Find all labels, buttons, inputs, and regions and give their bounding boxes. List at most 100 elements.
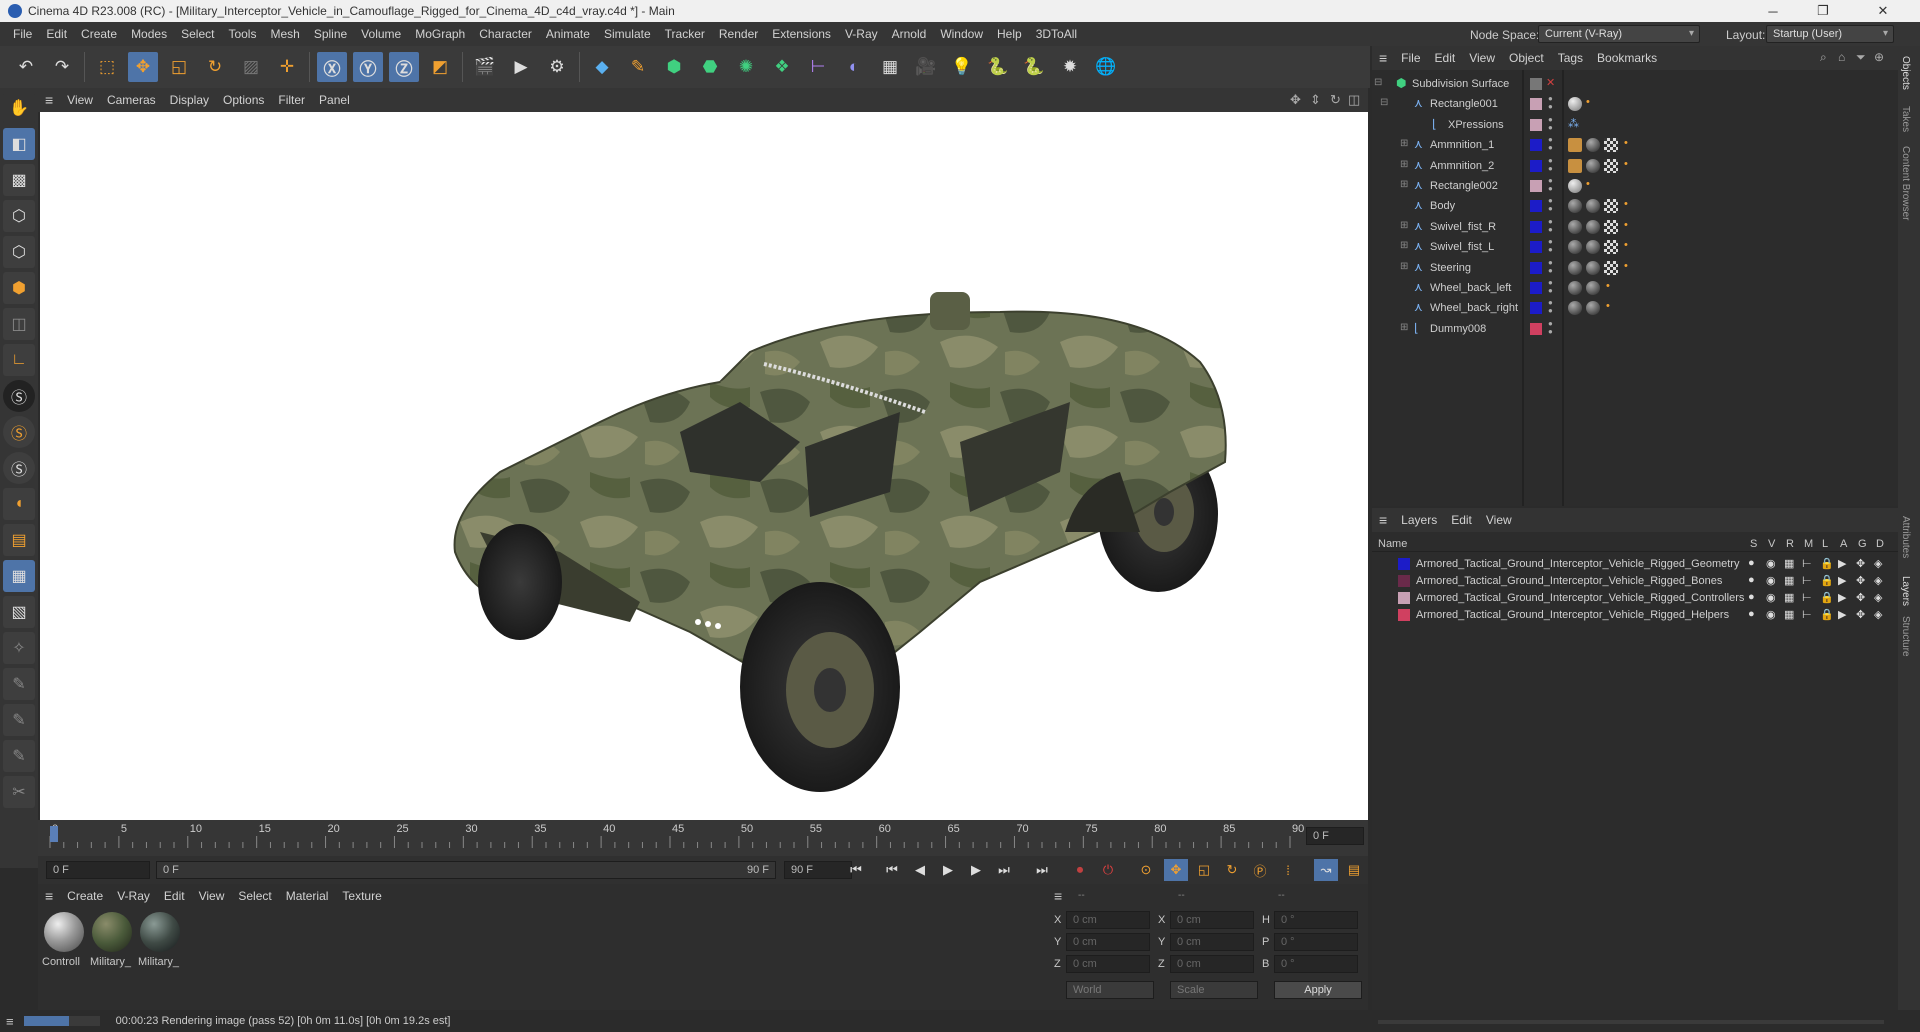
material-tag-icon[interactable] — [1568, 301, 1582, 316]
vray-tag-icon[interactable]: • — [1624, 260, 1628, 272]
hamburger-icon[interactable]: ≡ — [38, 888, 60, 904]
vray-tag-icon[interactable]: • — [1606, 300, 1610, 312]
layer-header-l[interactable]: L — [1822, 538, 1828, 550]
solo-icon[interactable]: ● — [1748, 608, 1755, 620]
visibility-dots-icon[interactable]: ● ● — [1548, 217, 1553, 234]
x-axis-icon[interactable]: Ⓧ — [317, 52, 347, 82]
rotate-icon[interactable]: ↻ — [200, 52, 230, 82]
material-tag-icon[interactable] — [1568, 281, 1582, 295]
generator-icon[interactable]: ✥ — [1856, 574, 1865, 587]
playhead-marker[interactable] — [50, 826, 58, 842]
visibility-dots-icon[interactable]: ● ● — [1548, 238, 1553, 254]
rotation-h-field[interactable]: 0 ° — [1274, 911, 1358, 929]
texture-tag-icon[interactable] — [1604, 158, 1618, 173]
brush-icon[interactable]: ✎ — [3, 704, 35, 736]
menu-3dtoall[interactable]: 3DToAll — [1029, 27, 1084, 41]
deformer-icon[interactable]: ◈ — [1874, 591, 1882, 604]
visible-icon[interactable]: ◉ — [1766, 591, 1776, 604]
material-tag-icon[interactable] — [1568, 219, 1582, 234]
viewport-rotate-icon[interactable]: ↻ — [1330, 92, 1341, 108]
material-tag-icon[interactable] — [1568, 260, 1582, 275]
live-selection-icon[interactable]: ⬚ — [92, 52, 122, 82]
texture-tag-icon[interactable] — [1604, 219, 1618, 234]
material-tag-icon[interactable] — [1586, 260, 1600, 275]
end-frame-field[interactable]: 90 F — [784, 861, 852, 879]
menu-extensions[interactable]: Extensions — [765, 27, 838, 41]
menu-create[interactable]: Create — [74, 27, 124, 41]
texture-tag-icon[interactable] — [1604, 138, 1618, 153]
position-x-field[interactable]: 0 cm — [1066, 911, 1150, 929]
z-axis-icon[interactable]: Ⓩ — [389, 52, 419, 82]
expand-icon[interactable]: ⊞ — [1400, 220, 1408, 231]
material-menu-vray[interactable]: V-Ray — [110, 889, 157, 903]
lock-icon[interactable]: 🔒 — [1820, 574, 1834, 587]
material-menu-select[interactable]: Select — [231, 889, 278, 903]
uv-mode-icon[interactable]: ◫ — [3, 308, 35, 340]
viewport-menu-view[interactable]: View — [60, 93, 100, 107]
size-mode-select[interactable]: Scale — [1170, 981, 1258, 999]
move-icon[interactable]: ✥ — [128, 52, 158, 82]
visibility-dots-icon[interactable]: ● ● — [1548, 279, 1553, 295]
keyframe-selection-icon[interactable]: ⊙ — [1134, 859, 1158, 881]
tab-layers[interactable]: Layers — [1900, 576, 1911, 606]
layer-color-chip[interactable] — [1530, 302, 1542, 315]
menu-help[interactable]: Help — [990, 27, 1029, 41]
menu-file[interactable]: File — [6, 27, 39, 41]
layer-row[interactable]: Armored_Tactical_Ground_Interceptor_Vehi… — [1372, 590, 1898, 607]
layer-color-chip[interactable] — [1530, 118, 1542, 131]
layer-color-chip[interactable] — [1530, 200, 1542, 213]
visibility-dots-icon[interactable]: ● ● — [1548, 115, 1553, 132]
render-region-icon[interactable]: 🎬 — [470, 52, 500, 82]
home-icon[interactable]: ⌂ — [1838, 50, 1845, 64]
disabled-x-icon[interactable]: ✕ — [1546, 76, 1555, 89]
object-row[interactable]: ⊞ ⋏ Swivel_fist_R ● ● • — [1372, 217, 1898, 237]
menu-mograph[interactable]: MoGraph — [408, 27, 472, 41]
extrude-icon[interactable]: ⬣ — [695, 52, 725, 82]
deformer-icon[interactable]: ◈ — [1874, 557, 1882, 570]
layer-header-v[interactable]: V — [1768, 538, 1775, 550]
animation-icon[interactable]: ▶ — [1838, 608, 1846, 621]
solo-icon[interactable]: ● — [1748, 574, 1755, 586]
object-menu-object[interactable]: Object — [1502, 51, 1551, 65]
coordinate-system-icon[interactable]: ◩ — [425, 52, 455, 82]
menu-animate[interactable]: Animate — [539, 27, 597, 41]
sculpt-icon[interactable]: ✧ — [3, 632, 35, 664]
lock-icon[interactable]: 🔒 — [1820, 608, 1834, 621]
vray-globe-icon[interactable]: 🌐 — [1091, 52, 1121, 82]
visible-icon[interactable]: ◉ — [1766, 574, 1776, 587]
size-y-field[interactable]: 0 cm — [1170, 933, 1254, 951]
cloner-icon[interactable]: ✺ — [731, 52, 761, 82]
viewport-menu-filter[interactable]: Filter — [271, 93, 312, 107]
material-slot[interactable]: Controll — [42, 912, 86, 972]
key-pla-icon[interactable]: ⁞ — [1276, 859, 1300, 881]
hamburger-icon[interactable]: ≡ — [6, 1014, 14, 1029]
layer-color-chip[interactable] — [1398, 592, 1410, 604]
layer-header-d[interactable]: D — [1876, 538, 1884, 550]
undo-icon[interactable]: ↶ — [11, 52, 41, 82]
tab-attributes[interactable]: Attributes — [1900, 516, 1911, 558]
manager-icon[interactable]: ⊢ — [1802, 557, 1812, 570]
menu-tools[interactable]: Tools — [221, 27, 263, 41]
size-z-field[interactable]: 0 cm — [1170, 955, 1254, 973]
material-tag-icon[interactable] — [1586, 138, 1600, 153]
coordinate-space-select[interactable]: World — [1066, 981, 1154, 999]
xpresso-tag-icon[interactable] — [1568, 138, 1582, 153]
vray-tag-icon[interactable]: • — [1624, 137, 1628, 149]
layer-color-chip[interactable] — [1398, 609, 1410, 621]
key-scale-icon[interactable]: ◱ — [1192, 859, 1216, 881]
material-tag-icon[interactable] — [1568, 97, 1582, 112]
material-menu-create[interactable]: Create — [60, 889, 110, 903]
object-row[interactable]: ⊟ ⬢ Subdivision Surface ✕ — [1372, 74, 1898, 94]
layer-row[interactable]: Armored_Tactical_Ground_Interceptor_Vehi… — [1372, 573, 1898, 590]
viewport-toggle-icon[interactable]: ◫ — [1348, 92, 1360, 108]
material-tag-icon[interactable] — [1586, 301, 1600, 316]
layer-color-chip[interactable] — [1530, 98, 1542, 111]
layer-menu-edit[interactable]: Edit — [1444, 513, 1479, 527]
knife-icon[interactable]: ✂ — [3, 776, 35, 808]
deformer-icon[interactable]: ◈ — [1874, 608, 1882, 621]
layer-color-chip[interactable] — [1530, 78, 1542, 90]
menu-mesh[interactable]: Mesh — [263, 27, 306, 41]
search-icon[interactable]: ⌕ — [1820, 50, 1827, 65]
layer-color-chip[interactable] — [1530, 159, 1542, 172]
menu-modes[interactable]: Modes — [124, 27, 174, 41]
